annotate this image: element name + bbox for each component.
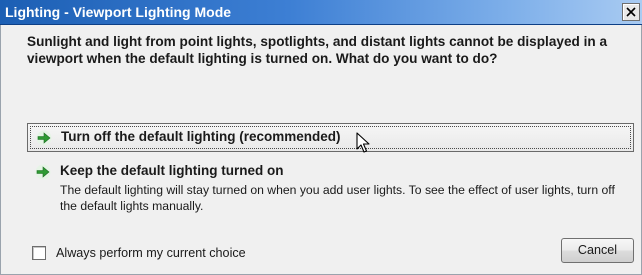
checkbox-label: Always perform my current choice [56, 246, 246, 260]
option-title: Keep the default lighting turned on [60, 163, 284, 178]
option-title: Turn off the default lighting (recommend… [61, 129, 341, 144]
always-perform-choice-checkbox[interactable] [32, 246, 46, 260]
close-icon [626, 7, 636, 17]
window-title: Lighting - Viewport Lighting Mode [5, 4, 232, 20]
option-turn-off-default-lighting[interactable]: Turn off the default lighting (recommend… [27, 123, 634, 153]
green-arrow-icon [36, 130, 52, 146]
option-keep-default-lighting[interactable]: Keep the default lighting turned on The … [27, 160, 634, 213]
title-bar: Lighting - Viewport Lighting Mode [0, 0, 642, 25]
mouse-cursor-icon [356, 132, 370, 153]
green-arrow-icon [35, 164, 51, 180]
cancel-button[interactable]: Cancel [561, 238, 634, 263]
option-description: The default lighting will stay turned on… [60, 183, 615, 213]
dialog-message: Sunlight and light from point lights, sp… [27, 34, 607, 66]
close-button[interactable] [622, 3, 640, 21]
